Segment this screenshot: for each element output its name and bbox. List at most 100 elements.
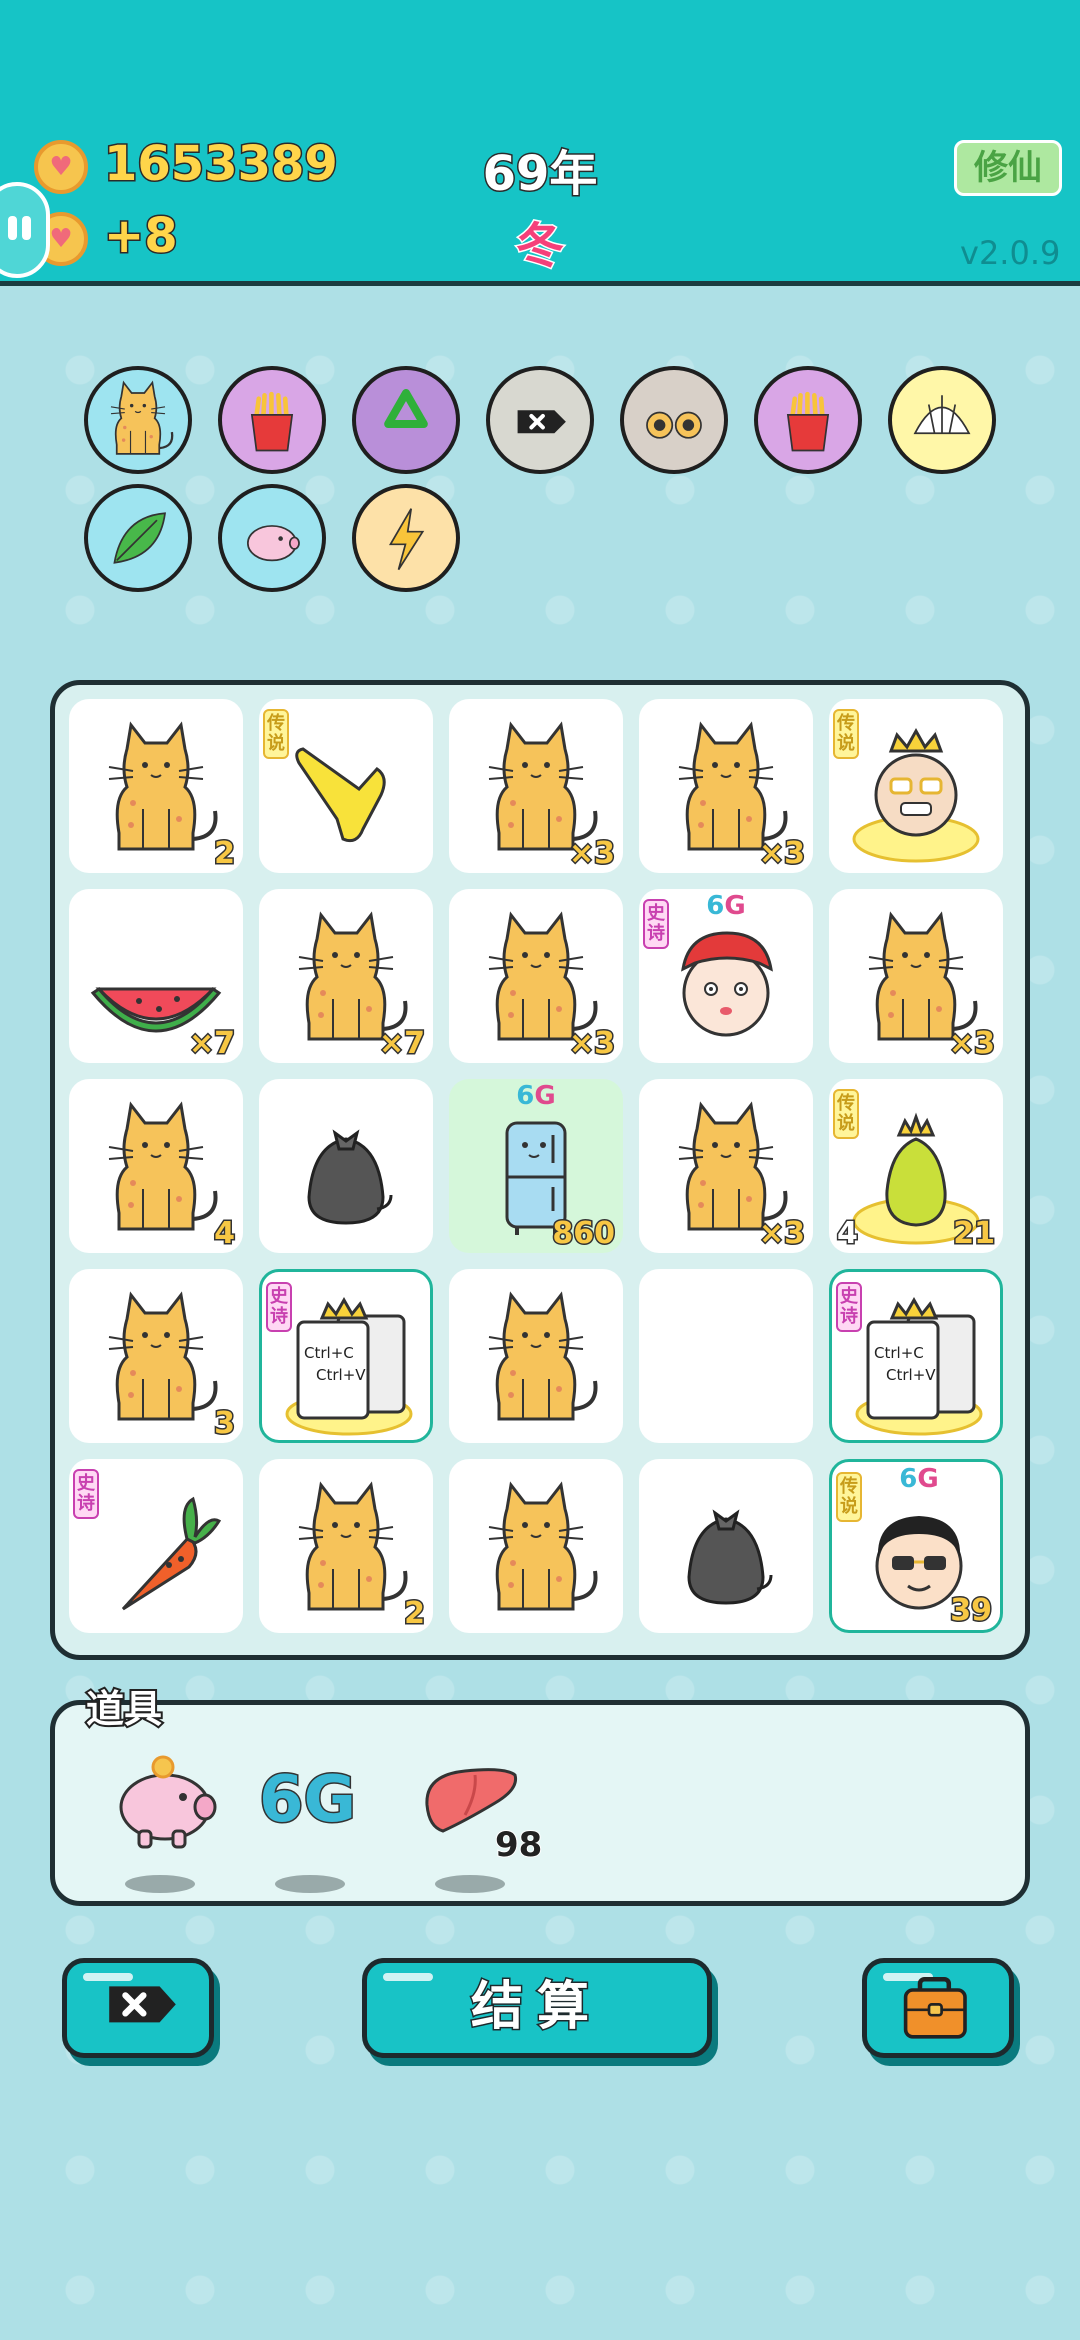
briefcase-icon xyxy=(903,1976,967,2039)
rarity-tag: 传说 xyxy=(833,1089,859,1139)
board-cell-red-hat-boy[interactable]: 6G 史诗 xyxy=(639,889,813,1063)
board-cell-cat[interactable]: ×3 xyxy=(449,889,623,1063)
ctrl-c-label: Ctrl+C xyxy=(304,1344,354,1362)
leaf-coin-icon xyxy=(113,512,167,564)
board-cell-cat[interactable]: 2 xyxy=(69,699,243,873)
tools-label: 道具 xyxy=(84,1685,164,1733)
lightning-icon xyxy=(388,508,425,571)
cat-coin-icon xyxy=(110,380,174,455)
item-quantity: 3 xyxy=(213,1405,237,1443)
shell-badge[interactable] xyxy=(888,366,996,474)
top-bar: ♥ 1653389 ♥ +8 69年 冬 修仙 v2.0.9 xyxy=(0,0,1080,286)
item-quantity: 2 xyxy=(403,1595,427,1633)
season-label: 冬 xyxy=(514,217,565,276)
item-quantity: ×7 xyxy=(187,1025,236,1063)
piggy-bank-tool[interactable] xyxy=(105,1745,225,1893)
board-cell-cat[interactable]: ×3 xyxy=(639,699,813,873)
board-cell-cat[interactable]: 3 xyxy=(69,1269,243,1443)
rarity-tag: 传说 xyxy=(263,709,289,759)
rarity-tag: 史诗 xyxy=(836,1282,862,1332)
cat-icon xyxy=(488,1481,598,1611)
piggy-bank-badge[interactable] xyxy=(218,484,326,592)
board-cell-crowned-pear[interactable]: 传说 4 21 xyxy=(829,1079,1003,1253)
delete-coin-icon xyxy=(517,410,566,434)
board-cell-trash-bag[interactable] xyxy=(259,1079,433,1253)
rarity-tag: 史诗 xyxy=(73,1469,99,1519)
6g-badge: 6G xyxy=(516,1081,556,1111)
item-quantity: 4 xyxy=(213,1215,237,1253)
fries-coin-icon xyxy=(786,391,830,452)
tools-panel: 6G 98 xyxy=(50,1700,1030,1906)
cat-eyes-icon xyxy=(646,411,702,439)
board-cell-cat[interactable]: 4 xyxy=(69,1079,243,1253)
item-quantity: ×3 xyxy=(947,1025,996,1063)
fries-coin-icon xyxy=(250,391,294,452)
board-cell-cat[interactable]: ×3 xyxy=(829,889,1003,1063)
ctrl-v-label: Ctrl+V xyxy=(886,1366,936,1384)
year-label: 69年 xyxy=(481,145,599,204)
rarity-tag: 史诗 xyxy=(266,1282,292,1332)
shell-icon xyxy=(913,395,971,435)
board-cell-ctrl-cv[interactable]: Ctrl+C Ctrl+V 史诗 xyxy=(829,1269,1003,1443)
coin-income: +8 xyxy=(103,207,180,266)
delete-coin-badge[interactable] xyxy=(486,366,594,474)
coin-icon: ♥ xyxy=(34,140,88,194)
leaf-coin-badge[interactable] xyxy=(84,484,192,592)
version-label: v2.0.9 xyxy=(960,234,1061,272)
trash-bag-icon xyxy=(687,1509,773,1605)
board-cell-king-face[interactable]: 传说 xyxy=(829,699,1003,873)
6g-tool[interactable]: 6G xyxy=(255,1745,375,1893)
item-quantity: ×3 xyxy=(757,1215,806,1253)
liver-tool[interactable]: 98 xyxy=(415,1745,543,1893)
delete-button[interactable] xyxy=(62,1958,214,2058)
item-quantity: ×3 xyxy=(567,1025,616,1063)
item-level: 4 xyxy=(836,1215,860,1253)
piggy-bank-icon xyxy=(119,1755,217,1849)
item-quantity: ×3 xyxy=(567,835,616,873)
recycle-icon xyxy=(384,388,428,429)
board-cell-cat[interactable]: 2 xyxy=(259,1459,433,1633)
board-cell-cat[interactable]: ×3 xyxy=(639,1079,813,1253)
cat-coin-badge[interactable] xyxy=(84,366,192,474)
liver-count: 98 xyxy=(494,1824,543,1866)
coin-balance: 1653389 xyxy=(103,135,340,194)
board-cell-cat[interactable]: ×7 xyxy=(259,889,433,1063)
board-cell-trash-bag[interactable] xyxy=(639,1459,813,1633)
cat-icon xyxy=(488,1291,598,1421)
board-cell-cat[interactable] xyxy=(449,1459,623,1633)
board-cell-pointing-hand[interactable]: 传说 xyxy=(259,699,433,873)
item-quantity: 39 xyxy=(949,1592,994,1630)
inventory-button[interactable] xyxy=(862,1958,1014,2058)
rarity-tag: 传说 xyxy=(836,1472,862,1522)
rarity-tag: 史诗 xyxy=(643,899,669,949)
item-quantity: ×7 xyxy=(377,1025,426,1063)
board-cell-empty[interactable] xyxy=(639,1269,813,1443)
item-quantity: ×3 xyxy=(757,835,806,873)
trash-bag-icon xyxy=(307,1129,393,1225)
item-quantity: 21 xyxy=(952,1215,997,1253)
board-cell-cat[interactable] xyxy=(449,1269,623,1443)
recycle-badge[interactable] xyxy=(352,366,460,474)
item-quantity: 2 xyxy=(213,835,237,873)
board-cell-ctrl-cv[interactable]: Ctrl+C Ctrl+V 史诗 xyxy=(259,1269,433,1443)
fries-coin-badge[interactable] xyxy=(754,366,862,474)
fries-coin-badge[interactable] xyxy=(218,366,326,474)
cultivate-button[interactable]: 修仙 xyxy=(954,140,1062,196)
board-cell-watermelon[interactable]: ×7 xyxy=(69,889,243,1063)
6g-icon: 6G xyxy=(257,1762,357,1839)
settle-button[interactable]: 结算 xyxy=(362,1958,712,2058)
piggy-bank-icon xyxy=(247,525,300,562)
cat-eyes-badge[interactable] xyxy=(620,366,728,474)
delete-icon xyxy=(109,1986,176,2023)
ctrl-c-label: Ctrl+C xyxy=(874,1344,924,1362)
side-menu-button[interactable] xyxy=(0,182,50,278)
ctrl-v-label: Ctrl+V xyxy=(316,1366,366,1384)
lightning-badge[interactable] xyxy=(352,484,460,592)
game-board: 2 传说 ×3 ×3 传说 ×7 ×7 ×3 6G 史诗 ×3 4 6G 860… xyxy=(50,680,1030,1660)
board-cell-sunglasses-man[interactable]: 6G 传说 39 xyxy=(829,1459,1003,1633)
rarity-tag: 传说 xyxy=(833,709,859,759)
board-cell-carrot[interactable]: 史诗 xyxy=(69,1459,243,1633)
item-quantity: 860 xyxy=(551,1215,617,1253)
board-cell-cat[interactable]: ×3 xyxy=(449,699,623,873)
board-cell-fridge[interactable]: 6G 860 xyxy=(449,1079,623,1253)
